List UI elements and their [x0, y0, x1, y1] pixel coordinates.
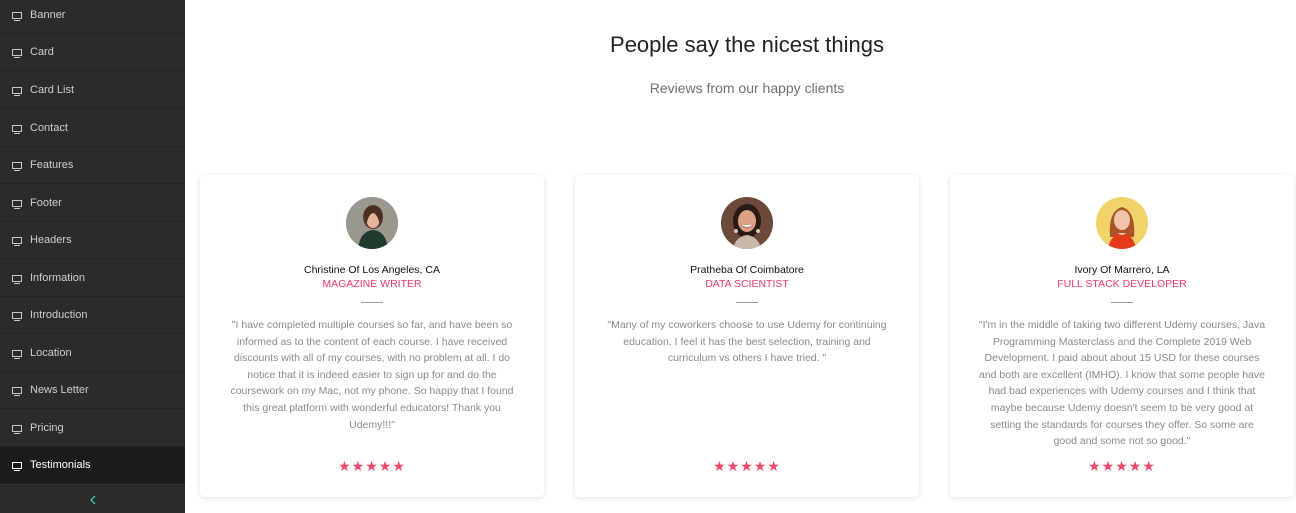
review-text: "Many of my coworkers choose to use Udem…	[607, 319, 887, 365]
reviewer-role: MAGAZINE WRITER	[322, 278, 422, 290]
testimonials-section: People say the nicest things Reviews fro…	[185, 0, 1296, 513]
reviewer-name: Ivory Of Marrero, LA	[1074, 264, 1170, 276]
testimonial-card: Christine Of Los Angeles, CA MAGAZINE WR…	[200, 175, 544, 497]
monitor-icon	[12, 461, 22, 471]
sidebar: Banner Card Card List Contact Features F…	[0, 0, 185, 513]
monitor-icon	[12, 86, 22, 96]
sidebar-item-label: Banner	[30, 9, 66, 21]
review-text: "I'm in the middle of taking two differe…	[978, 319, 1266, 448]
sidebar-item-label: Testimonials	[30, 459, 91, 471]
monitor-icon	[12, 386, 22, 396]
sidebar-item-label: Footer	[30, 197, 62, 209]
sidebar-item-features[interactable]: Features	[0, 147, 185, 184]
monitor-icon	[12, 199, 22, 209]
testimonial-card: Pratheba Of Coimbatore DATA SCIENTIST "M…	[575, 175, 919, 497]
sidebar-item-location[interactable]: Location	[0, 335, 185, 372]
monitor-icon	[12, 274, 22, 284]
monitor-icon	[12, 349, 22, 359]
sidebar-item-banner[interactable]: Banner	[0, 0, 185, 34]
sidebar-item-contact[interactable]: Contact	[0, 110, 185, 147]
monitor-icon	[12, 161, 22, 171]
chevron-left-icon	[89, 495, 95, 505]
divider	[736, 302, 758, 303]
sidebar-item-pricing[interactable]: Pricing	[0, 410, 185, 447]
monitor-icon	[12, 311, 22, 321]
sidebar-item-label: Introduction	[30, 309, 88, 321]
sidebar-item-label: Location	[30, 347, 72, 359]
reviewer-name: Christine Of Los Angeles, CA	[304, 264, 440, 276]
section-subtitle: Reviews from our happy clients	[649, 80, 845, 96]
sidebar-item-label: Information	[30, 272, 86, 284]
sidebar-item-label: News Letter	[30, 384, 89, 396]
divider	[361, 302, 383, 303]
sidebar-item-label: Headers	[30, 234, 72, 246]
sidebar-item-headers[interactable]: Headers	[0, 222, 185, 259]
sidebar-item-footer[interactable]: Footer	[0, 185, 185, 222]
section-title: People say the nicest things	[610, 32, 884, 57]
sidebar-item-label: Contact	[30, 122, 68, 134]
testimonial-card: Ivory Of Marrero, LA FULL STACK DEVELOPE…	[950, 175, 1294, 497]
star-rating: ★★★★★	[713, 458, 781, 474]
sidebar-item-information[interactable]: Information	[0, 260, 185, 297]
reviewer-role: DATA SCIENTIST	[705, 278, 789, 290]
monitor-icon	[12, 424, 22, 434]
sidebar-item-label: Card	[30, 46, 54, 58]
sidebar-item-news-letter[interactable]: News Letter	[0, 372, 185, 409]
monitor-icon	[12, 124, 22, 134]
monitor-icon	[12, 11, 22, 21]
avatar	[346, 197, 398, 249]
sidebar-item-card[interactable]: Card	[0, 34, 185, 71]
review-text: "I have completed multiple courses so fa…	[230, 319, 514, 431]
sidebar-item-label: Features	[30, 159, 74, 171]
sidebar-item-label: Pricing	[30, 422, 64, 434]
avatar	[721, 197, 773, 249]
monitor-icon	[12, 236, 22, 246]
sidebar-collapse-button[interactable]	[0, 486, 185, 513]
avatar	[1096, 197, 1148, 249]
sidebar-item-introduction[interactable]: Introduction	[0, 297, 185, 334]
sidebar-item-label: Card List	[30, 84, 75, 96]
divider	[1111, 302, 1133, 303]
sidebar-item-testimonials[interactable]: Testimonials	[0, 447, 185, 484]
star-rating: ★★★★★	[1088, 458, 1156, 474]
monitor-icon	[12, 48, 22, 58]
star-rating: ★★★★★	[338, 458, 406, 474]
reviewer-role: FULL STACK DEVELOPER	[1057, 278, 1187, 290]
sidebar-item-card-list[interactable]: Card List	[0, 72, 185, 109]
reviewer-name: Pratheba Of Coimbatore	[690, 264, 804, 276]
